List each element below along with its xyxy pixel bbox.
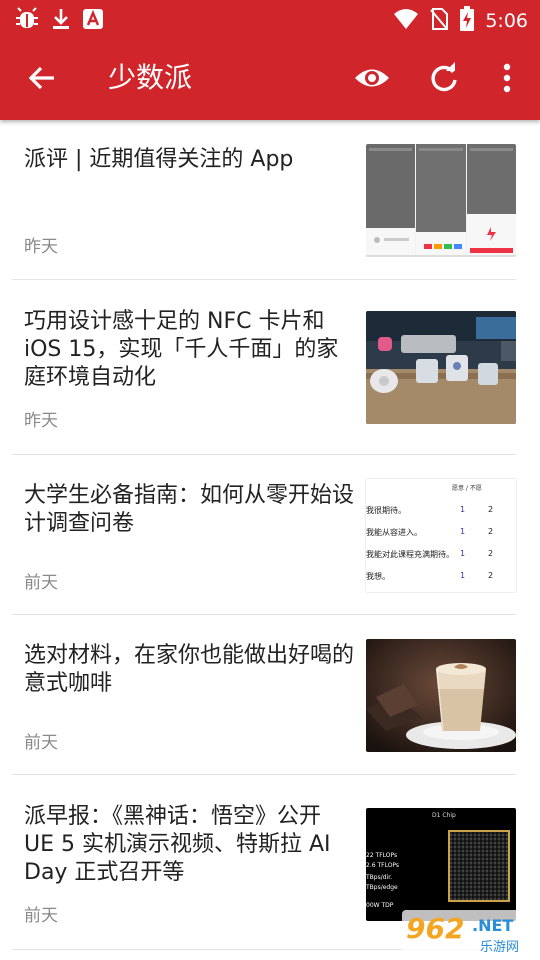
toolbar: 少数派	[0, 38, 540, 120]
article-title: 大学生必备指南：如何从零开始设计调查问卷	[24, 483, 355, 536]
survey-value: 1	[460, 549, 466, 558]
no-sim-icon	[429, 7, 449, 35]
chip-spec: 22 TFLOPs	[366, 852, 398, 859]
article-thumbnail: D1 Chip 22 TFLOPs 2.6 TFLOPs TBps/dir. T…	[366, 808, 516, 921]
article-title: 巧用设计感十足的 NFC 卡片和 iOS 15，实现「千人千面」的家庭环境自动化	[24, 309, 339, 390]
download-icon	[50, 7, 72, 35]
chip-spec: TBps/edge	[366, 884, 398, 891]
battery-charging-icon	[459, 6, 475, 36]
watermark-number: 962	[406, 912, 465, 945]
status-time: 5:06	[485, 10, 528, 32]
survey-row: 我想。 1 2	[366, 571, 516, 592]
article-title: 派早报：《黑神话：悟空》公开 UE 5 实机演示视频、特斯拉 AI Day 正式…	[24, 804, 331, 885]
wifi-icon	[393, 8, 419, 34]
article-thumbnail: 愿意 / 不愿 我很期待。 1 2 我能从容进入。 1 2 我能对此课程充满期待…	[366, 479, 516, 592]
survey-value: 2	[488, 527, 494, 536]
bug-icon	[14, 6, 40, 36]
survey-row: 我能从容进入。 1 2	[366, 527, 516, 549]
refresh-button[interactable]	[424, 58, 464, 98]
chip-title: D1 Chip	[432, 812, 456, 819]
survey-value: 2	[488, 505, 494, 514]
survey-header: 愿意 / 不愿	[452, 485, 482, 492]
survey-row: 我很期待。 1 2	[366, 505, 516, 527]
watermark-logo: 962 .NET 乐游网	[398, 910, 540, 960]
app-notification-icon	[82, 8, 104, 34]
chip-spec: 00W TDP	[366, 902, 394, 909]
article-title: 派评 | 近期值得关注的 App	[24, 147, 294, 172]
back-button[interactable]	[22, 58, 62, 98]
survey-value: 2	[488, 549, 494, 558]
app-bar: 5:06 少数派	[0, 0, 540, 120]
eye-icon	[355, 69, 389, 87]
survey-row: 我能对此课程充满期待。 1 2	[366, 549, 516, 571]
chip-spec: TBps/dir.	[366, 874, 393, 881]
survey-label: 我想。	[366, 572, 390, 581]
survey-label: 我很期待。	[366, 506, 406, 515]
page-title: 少数派	[108, 61, 193, 94]
watermark-sub: 乐游网	[480, 940, 520, 955]
article-thumbnail	[366, 311, 516, 424]
chip-spec: 2.6 TFLOPs	[366, 862, 400, 869]
more-button[interactable]	[487, 58, 527, 98]
article-date: 昨天	[24, 237, 58, 257]
article-title: 选对材料，在家你也能做出好喝的意式咖啡	[24, 643, 355, 696]
survey-value: 1	[460, 505, 466, 514]
article-item[interactable]: 派评 | 近期值得关注的 App 昨天	[12, 120, 516, 280]
survey-value: 1	[460, 571, 466, 580]
article-date: 前天	[24, 573, 58, 593]
watermark-suffix: .NET	[472, 916, 514, 935]
article-date: 前天	[24, 906, 58, 926]
refresh-icon	[431, 62, 457, 92]
article-date: 前天	[24, 733, 58, 753]
eye-button[interactable]	[352, 58, 392, 98]
article-item[interactable]: 大学生必备指南：如何从零开始设计调查问卷 前天 愿意 / 不愿 我很期待。 1 …	[12, 455, 516, 615]
article-item[interactable]: 巧用设计感十足的 NFC 卡片和 iOS 15，实现「千人千面」的家庭环境自动化…	[12, 280, 516, 455]
chip-image	[448, 830, 510, 902]
back-arrow-icon	[28, 66, 54, 90]
survey-value: 2	[488, 571, 494, 580]
article-thumbnail	[366, 639, 516, 752]
survey-label: 我能对此课程充满期待。	[366, 550, 454, 559]
status-bar: 5:06	[0, 0, 540, 38]
more-vert-icon	[503, 63, 511, 93]
survey-table: 我很期待。 1 2 我能从容进入。 1 2 我能对此课程充满期待。 1 2 我想…	[366, 505, 516, 592]
article-date: 昨天	[24, 411, 58, 431]
survey-label: 我能从容进入。	[366, 528, 422, 537]
article-thumbnail	[366, 144, 516, 257]
survey-value: 1	[460, 527, 466, 536]
article-item[interactable]: 选对材料，在家你也能做出好喝的意式咖啡 前天	[12, 615, 516, 775]
